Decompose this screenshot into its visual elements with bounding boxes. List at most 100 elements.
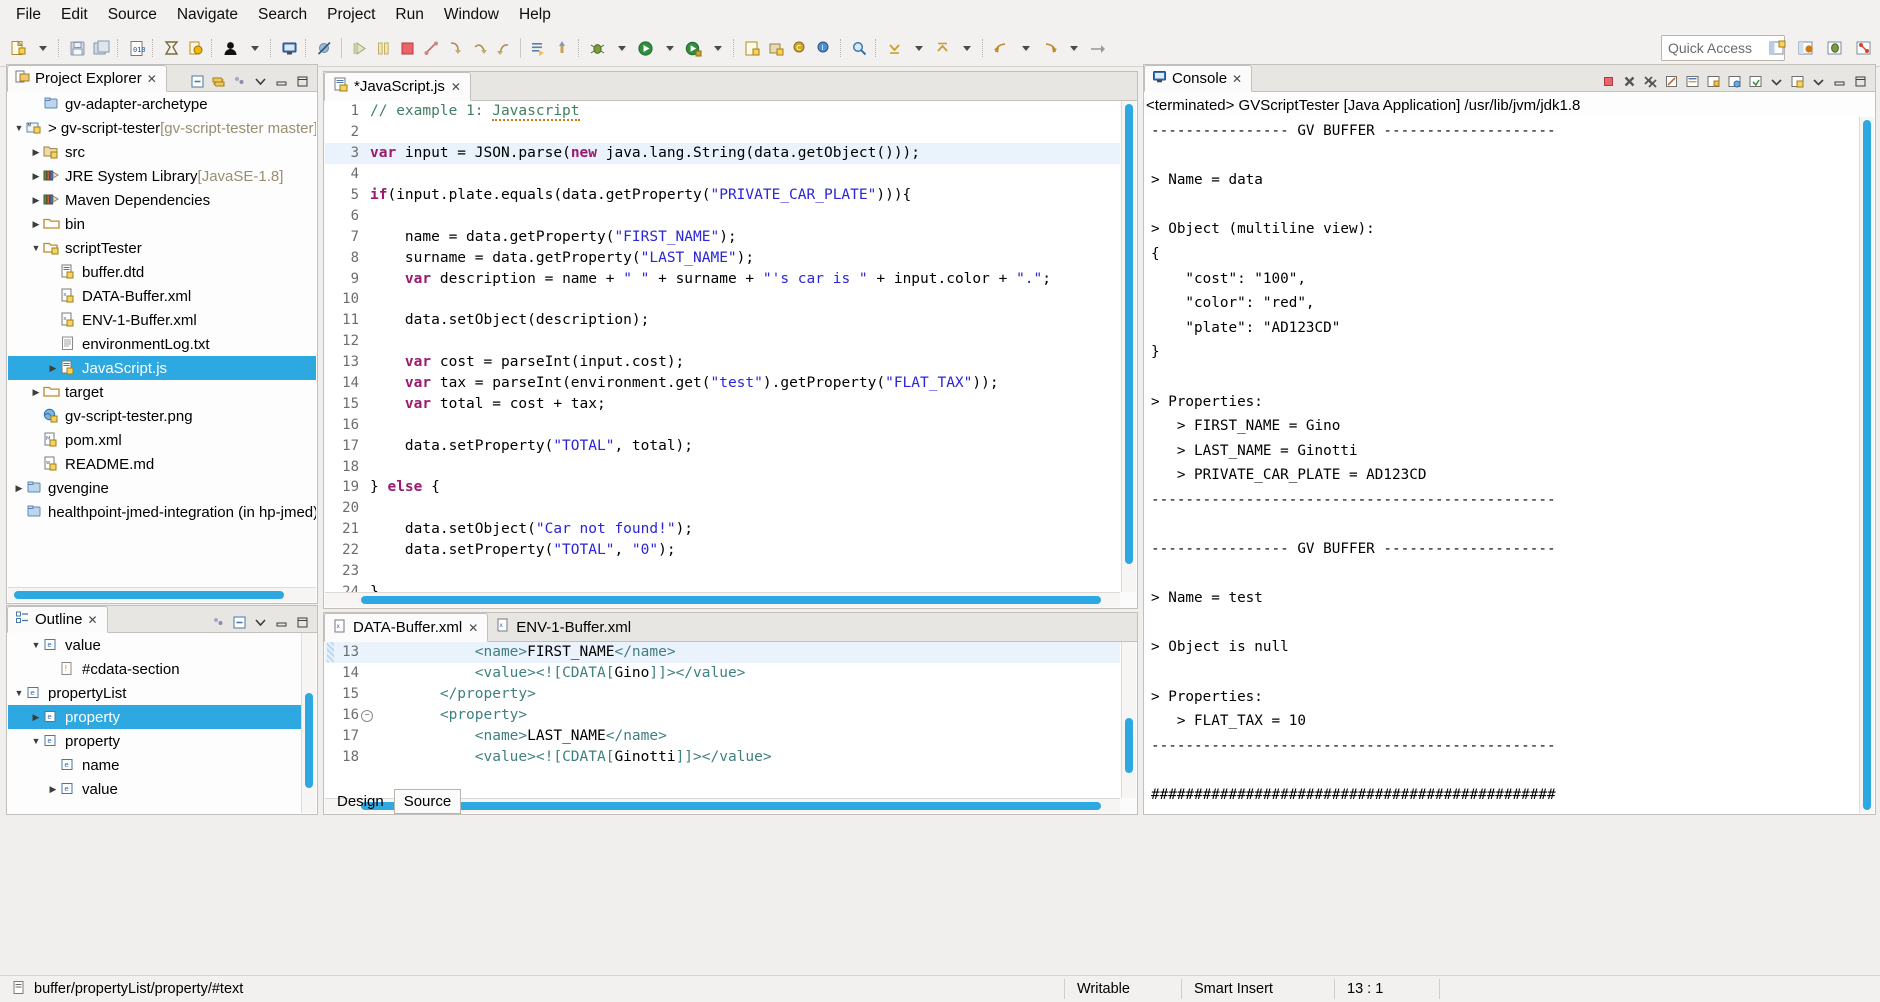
menu-help[interactable]: Help (509, 4, 561, 26)
tab-outline[interactable]: Outline ✕ (7, 606, 108, 633)
xml-line[interactable]: 18 <value><![CDATA[Ginotti]]></value> (325, 746, 1120, 767)
display-selected-console-icon[interactable] (1725, 72, 1744, 91)
tab-data-buffer-xml[interactable]: xDATA-Buffer.xml✕ (324, 613, 488, 642)
new-java-project-icon[interactable] (740, 36, 764, 60)
outline-tree[interactable]: ▼evalue!#cdata-section▼epropertyList▶epr… (8, 633, 302, 813)
outline-tree-item[interactable]: ename (8, 753, 302, 777)
js-line[interactable]: 7 name = data.getProperty("FIRST_NAME"); (325, 226, 1120, 247)
save-icon[interactable] (65, 36, 89, 60)
project-tree-item[interactable]: ▶JavaScript.js (8, 356, 316, 380)
project-tree-item[interactable]: xENV-1-Buffer.xml (8, 308, 316, 332)
console-dropdown-icon[interactable] (1767, 72, 1786, 91)
maximize-icon[interactable] (293, 613, 312, 632)
outline-tree-item[interactable]: ▼epropertyList (8, 681, 302, 705)
open-perspective-icon[interactable] (1765, 36, 1789, 60)
project-tree-item[interactable]: ▶gvengine (8, 476, 316, 500)
xml-line[interactable]: 14 <value><![CDATA[Gino]]></value> (325, 663, 1120, 684)
step-return-icon[interactable] (491, 36, 515, 60)
maximize-icon[interactable] (1851, 72, 1870, 91)
chevron-right-icon[interactable]: ▶ (29, 712, 43, 723)
previous-annotation-dropdown-icon[interactable] (954, 36, 978, 60)
menu-project[interactable]: Project (317, 4, 385, 26)
outline-tree-item[interactable]: ▼evalue (8, 633, 302, 657)
menu-file[interactable]: File (6, 4, 51, 26)
collapse-all-icon[interactable] (230, 613, 249, 632)
js-line[interactable]: 17 data.setProperty("TOTAL", total); (325, 435, 1120, 456)
chevron-right-icon[interactable]: ▶ (29, 171, 43, 182)
js-line[interactable]: 3var input = JSON.parse(new java.lang.St… (325, 143, 1120, 164)
project-tree-item[interactable]: ▶bin (8, 212, 316, 236)
menu-search[interactable]: Search (248, 4, 317, 26)
tab-console[interactable]: Console ✕ (1144, 65, 1252, 92)
js-line[interactable]: 2 (325, 122, 1120, 143)
menu-source[interactable]: Source (98, 4, 167, 26)
js-line[interactable]: 9 var description = name + " " + surname… (325, 268, 1120, 289)
open-console-icon[interactable] (1746, 72, 1765, 91)
project-tree-item[interactable]: ▶JRE System Library [JavaSE-1.8] (8, 164, 316, 188)
view-menu-icon[interactable] (230, 72, 249, 91)
chevron-down-icon[interactable]: ▼ (12, 123, 26, 133)
chevron-right-icon[interactable]: ▶ (29, 147, 43, 158)
debug-dropdown-icon[interactable] (609, 36, 633, 60)
chevron-down-icon[interactable]: ▼ (29, 243, 43, 253)
debug-icon[interactable] (585, 36, 609, 60)
project-tree-item[interactable]: environmentLog.txt (8, 332, 316, 356)
js-line[interactable]: 6 (325, 205, 1120, 226)
external-tools-icon[interactable] (550, 36, 574, 60)
run-external-icon[interactable] (681, 36, 705, 60)
project-tree-item[interactable]: ▶src (8, 140, 316, 164)
scroll-lock-icon[interactable] (1683, 72, 1702, 91)
minimize-icon[interactable] (1830, 72, 1849, 91)
outline-tree-item[interactable]: !#cdata-section (8, 657, 302, 681)
run-icon[interactable] (633, 36, 657, 60)
js-editor-hscrollbar[interactable] (325, 592, 1120, 607)
maximize-icon[interactable] (293, 72, 312, 91)
debug-perspective-icon[interactable] (1823, 36, 1847, 60)
js-line[interactable]: 11 data.setObject(description); (325, 310, 1120, 331)
java-perspective-icon[interactable] (1794, 36, 1818, 60)
project-tree-item[interactable]: ▶target (8, 380, 316, 404)
user-dropdown-icon[interactable] (242, 36, 266, 60)
new-interface-icon[interactable]: I (812, 36, 836, 60)
xml-line[interactable]: 16− <property> (325, 705, 1120, 726)
back-dropdown-icon[interactable] (1013, 36, 1037, 60)
new-dropdown-icon[interactable] (30, 36, 54, 60)
js-line[interactable]: 23 (325, 561, 1120, 582)
chevron-right-icon[interactable]: ▶ (29, 387, 43, 398)
sort-icon[interactable] (209, 613, 228, 632)
js-line[interactable]: 13 var cost = parseInt(input.cost); (325, 352, 1120, 373)
next-annotation-icon[interactable] (882, 36, 906, 60)
js-code-area[interactable]: 1// example 1: Javascript2 3var input = … (325, 101, 1120, 592)
js-line[interactable]: 21 data.setObject("Car not found!"); (325, 519, 1120, 540)
chevron-right-icon[interactable]: ▶ (29, 195, 43, 206)
new-package-icon[interactable] (764, 36, 788, 60)
run-dropdown-icon[interactable] (657, 36, 681, 60)
outline-vscrollbar[interactable] (301, 633, 316, 813)
new-class-icon[interactable]: C (788, 36, 812, 60)
properties-icon[interactable]: 010 (124, 36, 148, 60)
js-line[interactable]: 18 (325, 456, 1120, 477)
save-all-icon[interactable] (89, 36, 113, 60)
git-perspective-icon[interactable] (1852, 36, 1876, 60)
pin-console-icon[interactable] (1704, 72, 1723, 91)
next-annotation-dropdown-icon[interactable] (906, 36, 930, 60)
disconnect-icon[interactable] (419, 36, 443, 60)
close-icon[interactable]: ✕ (468, 621, 478, 635)
run-last-tool-icon[interactable] (526, 36, 550, 60)
chevron-right-icon[interactable]: ▶ (46, 784, 60, 795)
outline-tree-item[interactable]: ▶evalue (8, 777, 302, 801)
remove-all-launches-icon[interactable] (1641, 72, 1660, 91)
chevron-right-icon[interactable]: ▶ (29, 219, 43, 230)
previous-annotation-icon[interactable] (930, 36, 954, 60)
close-icon[interactable]: ✕ (147, 72, 157, 86)
back-icon[interactable] (989, 36, 1013, 60)
console-vscrollbar[interactable] (1859, 117, 1874, 813)
project-tree-item[interactable]: ▼M> gv-script-tester [gv-script-tester m… (8, 116, 316, 140)
outline-tree-item[interactable]: ▶eproperty (8, 705, 302, 729)
xml-line[interactable]: 15 </property> (325, 684, 1120, 705)
terminate-icon[interactable] (1599, 72, 1618, 91)
new-console-dropdown-icon[interactable] (1809, 72, 1828, 91)
js-line[interactable]: 1// example 1: Javascript (325, 101, 1120, 122)
js-line[interactable]: 19} else { (325, 477, 1120, 498)
menu-window[interactable]: Window (434, 4, 509, 26)
